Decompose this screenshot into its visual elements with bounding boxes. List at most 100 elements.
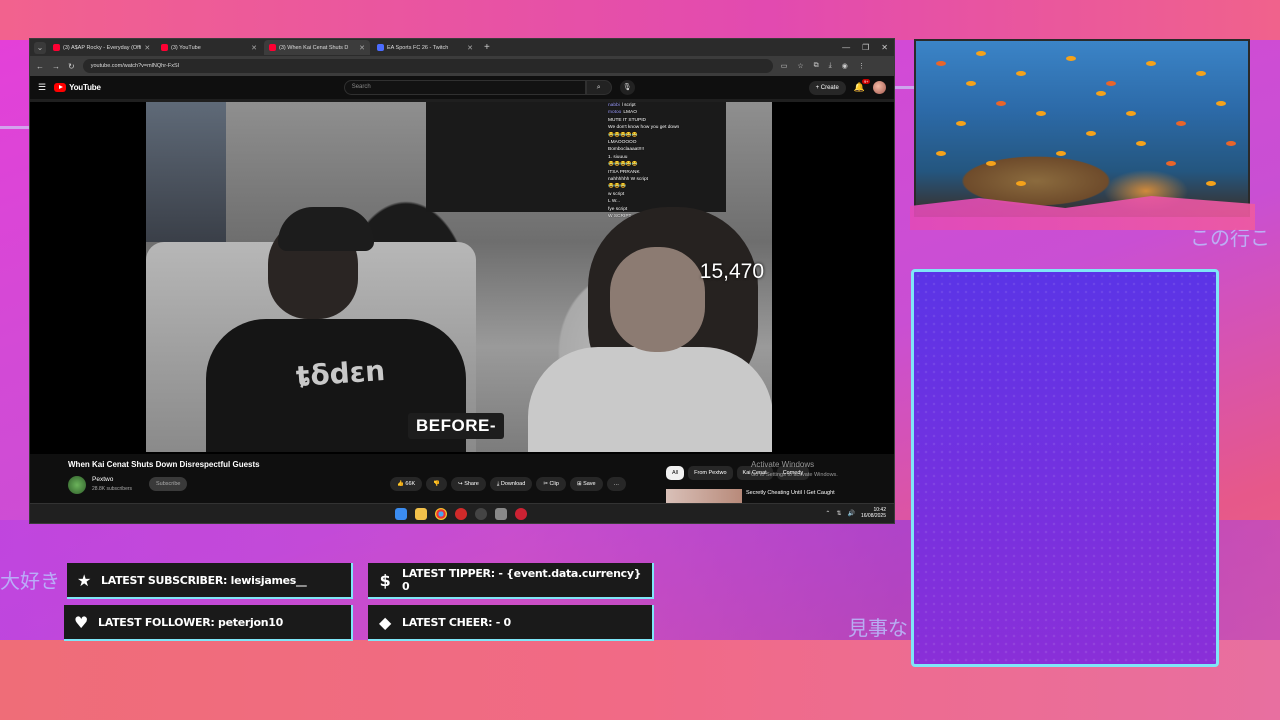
save-button[interactable]: ⊞ Save [569,477,603,491]
diamond-icon: ◆ [378,612,391,632]
system-tray: ⌃ ⇅ 🔊 10:42 16/08/2025 [825,507,886,519]
tab-search-icon[interactable]: ⌄ [34,41,46,54]
extensions-icon[interactable]: ⧉ [814,62,819,70]
opera-icon[interactable] [455,508,467,520]
app-icon[interactable] [515,508,527,520]
thumbs-up-icon: 👍 [397,481,404,487]
fish-decoration [1146,61,1156,66]
bookmark-star-icon[interactable]: ☆ [797,62,803,70]
tab-title: EA Sports FC 26 - Twitch [387,44,449,51]
cast-icon[interactable]: ▭ [781,62,788,70]
browser-tab-active[interactable]: (3) When Kai Cenat Shuts D ✕ [264,40,370,55]
chip-from-channel[interactable]: From Pextwo [688,466,733,480]
tab-bar: ⌄ (3) A$AP Rocky - Everyday (Offi ✕ (3) Y… [30,39,894,56]
search-button[interactable]: ⌕ [585,80,612,95]
share-icon: ↪ [458,481,463,487]
browser-tab[interactable]: EA Sports FC 26 - Twitch ✕ [372,40,478,55]
video-player[interactable]: ȶδdεn nabbi l script motoo LMAO MUTE IT STUP… [30,102,894,454]
chat-message: w script [608,191,758,198]
chat-text: l script [621,103,636,108]
chat-message: MUTE IT STUPID [608,117,758,124]
new-tab-icon[interactable]: + [480,42,494,53]
fish-decoration [936,151,946,156]
recommendation-thumbnail[interactable] [666,489,742,503]
tray-expand-icon[interactable]: ⌃ [825,510,830,517]
download-button[interactable]: ⤓ Download [489,477,533,491]
like-button[interactable]: 👍 66K [390,477,423,491]
browser-tab[interactable]: (3) YouTube ✕ [156,40,262,55]
fish-decoration [1226,141,1236,146]
account-avatar[interactable] [873,81,886,94]
subscribe-button[interactable]: Subscribe [149,477,188,491]
chat-text: 😂😂😂😂😂 [608,162,638,168]
latest-tipper-alert: $ LATEST TIPPER: - {event.data.currency}… [368,563,654,599]
fish-decoration [936,61,946,66]
notifications-bell-icon[interactable]: 🔔 9+ [854,79,870,93]
stream-chat-overlay: nabbi l script motoo LMAO MUTE IT STUPID We d… [608,102,758,221]
menu-icon[interactable]: ⋮ [858,62,865,70]
file-explorer-icon[interactable] [415,508,427,520]
settings-gear-icon[interactable] [495,508,507,520]
fish-decoration [1106,81,1116,86]
overlay-stripe [0,126,30,129]
video-frame[interactable]: ȶδdεn nabbi l script motoo LMAO MUTE IT STUP… [146,102,772,452]
chat-message: nahhhhhh W script [608,176,758,183]
overlay-jp-text: 見事な [848,616,908,640]
chat-text: L W... [608,199,621,205]
share-button[interactable]: ↪ Share [451,477,486,491]
create-button[interactable]: + Create [808,80,846,95]
fish-decoration [1216,101,1226,106]
fish-decoration [1126,111,1136,116]
chip-all[interactable]: All [666,466,685,480]
fish-decoration [1136,141,1146,146]
recommendation-title[interactable]: Secretly Cheating Until I Get Caught [746,490,836,497]
fish-decoration [956,121,966,126]
voice-search-icon[interactable]: 🎙 [619,80,635,95]
heart-icon: ♥ [73,612,89,632]
search-icon: ⌕ [596,84,601,91]
channel-name[interactable]: Pextwo [92,476,113,483]
clip-button[interactable]: ✂ Clip [536,477,566,491]
youtube-favicon-icon [53,44,60,51]
more-actions-button[interactable]: … [606,477,627,491]
fish-decoration [1016,71,1026,76]
channel-avatar[interactable] [68,476,86,494]
fish-decoration [1096,91,1106,96]
chrome-icon[interactable] [435,508,447,520]
obs-icon[interactable] [475,508,487,520]
toolbar-icons: ▭ ☆ ⧉ ⤓ ◉ ⋮ [781,62,865,70]
browser-tab[interactable]: (3) A$AP Rocky - Everyday (Offi ✕ [48,40,154,55]
minimize-icon[interactable]: — [842,43,850,52]
close-tab-icon[interactable]: ✕ [467,44,473,52]
downloads-icon[interactable]: ⤓ [829,62,832,70]
close-tab-icon[interactable]: ✕ [144,44,150,52]
chat-text: ITSA PRRANK [608,169,640,175]
chat-text: nahhhhhh W script [608,177,648,183]
overlay-jp-text: 大好き [0,569,60,593]
download-icon: ⤓ [496,481,500,487]
close-window-icon[interactable]: ✕ [881,43,888,52]
maximize-icon[interactable]: ❐ [862,43,869,52]
profile-icon[interactable]: ◉ [842,62,848,70]
chat-username: nabbi [608,103,620,108]
youtube-logo[interactable]: YouTube [54,83,101,92]
chat-text: w script [608,191,625,197]
volume-icon[interactable]: 🔊 [847,510,854,517]
close-tab-icon[interactable]: ✕ [359,44,365,52]
fish-decoration [976,51,986,56]
start-menu-icon[interactable] [395,508,407,520]
hamburger-menu-icon[interactable]: ☰ [38,82,46,93]
reload-icon[interactable]: ↻ [68,62,75,71]
network-icon[interactable]: ⇅ [836,510,841,517]
taskbar-icons [395,508,527,520]
taskbar-clock[interactable]: 10:42 16/08/2025 [861,507,886,519]
url-input[interactable]: youtube.com/watch?v=mlNQhr-FxSI [82,59,773,73]
clip-icon: ✂ [543,481,548,487]
forward-icon[interactable]: → [52,62,60,71]
dislike-button[interactable]: 👎 [426,477,448,491]
search-input[interactable]: Search [343,80,586,95]
chat-message: 😂😂😂 [608,183,758,190]
close-tab-icon[interactable]: ✕ [251,44,257,52]
back-icon[interactable]: ← [36,62,44,71]
chat-message: LMAOOOOO [608,139,758,146]
